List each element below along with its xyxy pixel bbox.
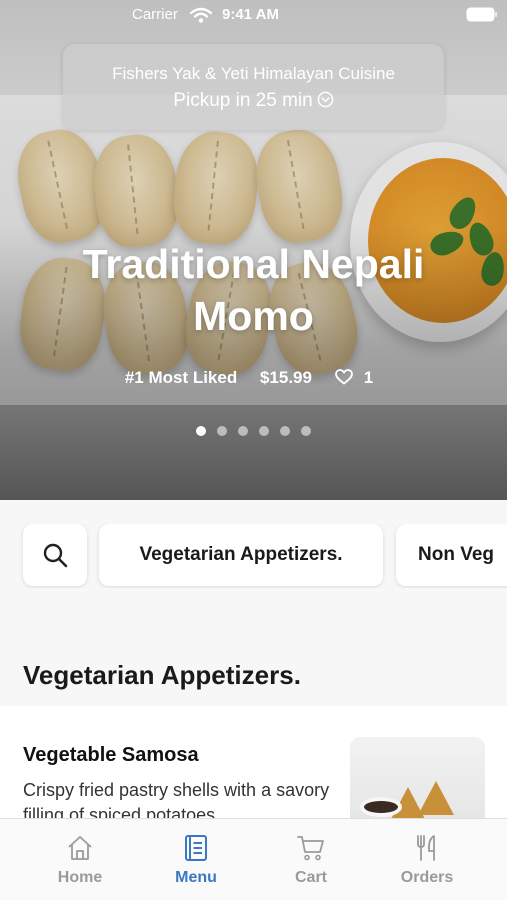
tab-cart-label: Cart <box>294 869 327 886</box>
menu-book-icon <box>185 835 207 861</box>
battery-icon <box>466 7 497 22</box>
carousel-dot[interactable] <box>280 426 290 436</box>
featured-dish-title: Traditional Nepali Momo <box>0 238 507 342</box>
cart-icon <box>297 836 324 861</box>
dish-price: $15.99 <box>259 368 312 387</box>
dip-bowl-image <box>360 797 402 817</box>
carousel-dot-active[interactable] <box>196 426 206 436</box>
category-chip-non-veg[interactable]: Non Veg <box>396 524 507 586</box>
carousel-indicator <box>0 423 507 436</box>
tab-orders-label: Orders <box>400 869 454 886</box>
rank-badge: #1 Most Liked <box>124 368 238 387</box>
carousel-dot[interactable] <box>259 426 269 436</box>
menu-item-name: Vegetable Samosa <box>23 744 199 766</box>
pickup-time-line[interactable]: Pickup in 25 min <box>63 90 444 112</box>
home-icon <box>68 836 92 860</box>
tab-cart[interactable]: Cart <box>266 833 356 887</box>
featured-dish-title-line2: Momo <box>193 293 314 339</box>
category-bar: Vegetarian Appetizers. Non Veg <box>0 524 507 588</box>
tab-menu[interactable]: Menu <box>151 833 241 887</box>
carousel-dot[interactable] <box>217 426 227 436</box>
status-time: 9:41 AM <box>222 6 279 23</box>
restaurant-name: Fishers Yak & Yeti Himalayan Cuisine <box>112 64 395 83</box>
wifi-icon <box>190 7 212 23</box>
hero-banner[interactable]: Carrier 9:41 AM Fishers Yak & Yeti Himal… <box>0 0 507 500</box>
tab-orders[interactable]: Orders <box>382 833 472 887</box>
chevron-down-icon <box>317 91 334 108</box>
pickup-selector[interactable]: Fishers Yak & Yeti Himalayan Cuisine Pic… <box>63 44 444 130</box>
like-count[interactable]: 1 <box>334 368 382 387</box>
status-bar: Carrier 9:41 AM <box>0 0 507 30</box>
heart-icon <box>334 369 353 385</box>
samosa-image <box>418 781 454 815</box>
section-title: Vegetarian Appetizers. <box>23 660 301 690</box>
tab-home-label: Home <box>57 869 103 886</box>
category-chip-vegetarian-appetizers[interactable]: Vegetarian Appetizers. <box>99 524 383 586</box>
pickup-time-label: Pickup in 25 min <box>173 90 313 111</box>
fork-knife-icon <box>417 835 435 861</box>
search-button[interactable] <box>23 524 87 586</box>
featured-dish-title-line1: Traditional Nepali <box>82 241 425 287</box>
tab-home[interactable]: Home <box>35 833 125 887</box>
carousel-dot[interactable] <box>238 426 248 436</box>
tab-bar: Home Menu Cart Orders <box>0 818 507 900</box>
menu-item-card[interactable]: Vegetable Samosa Crispy fried pastry she… <box>0 706 507 847</box>
search-icon <box>43 543 68 568</box>
like-count-value: 1 <box>363 368 374 387</box>
carrier-label: Carrier <box>132 6 178 23</box>
carousel-dot[interactable] <box>301 426 311 436</box>
featured-dish-meta: #1 Most Liked $15.99 1 <box>0 368 507 388</box>
tab-menu-label: Menu <box>175 869 217 886</box>
